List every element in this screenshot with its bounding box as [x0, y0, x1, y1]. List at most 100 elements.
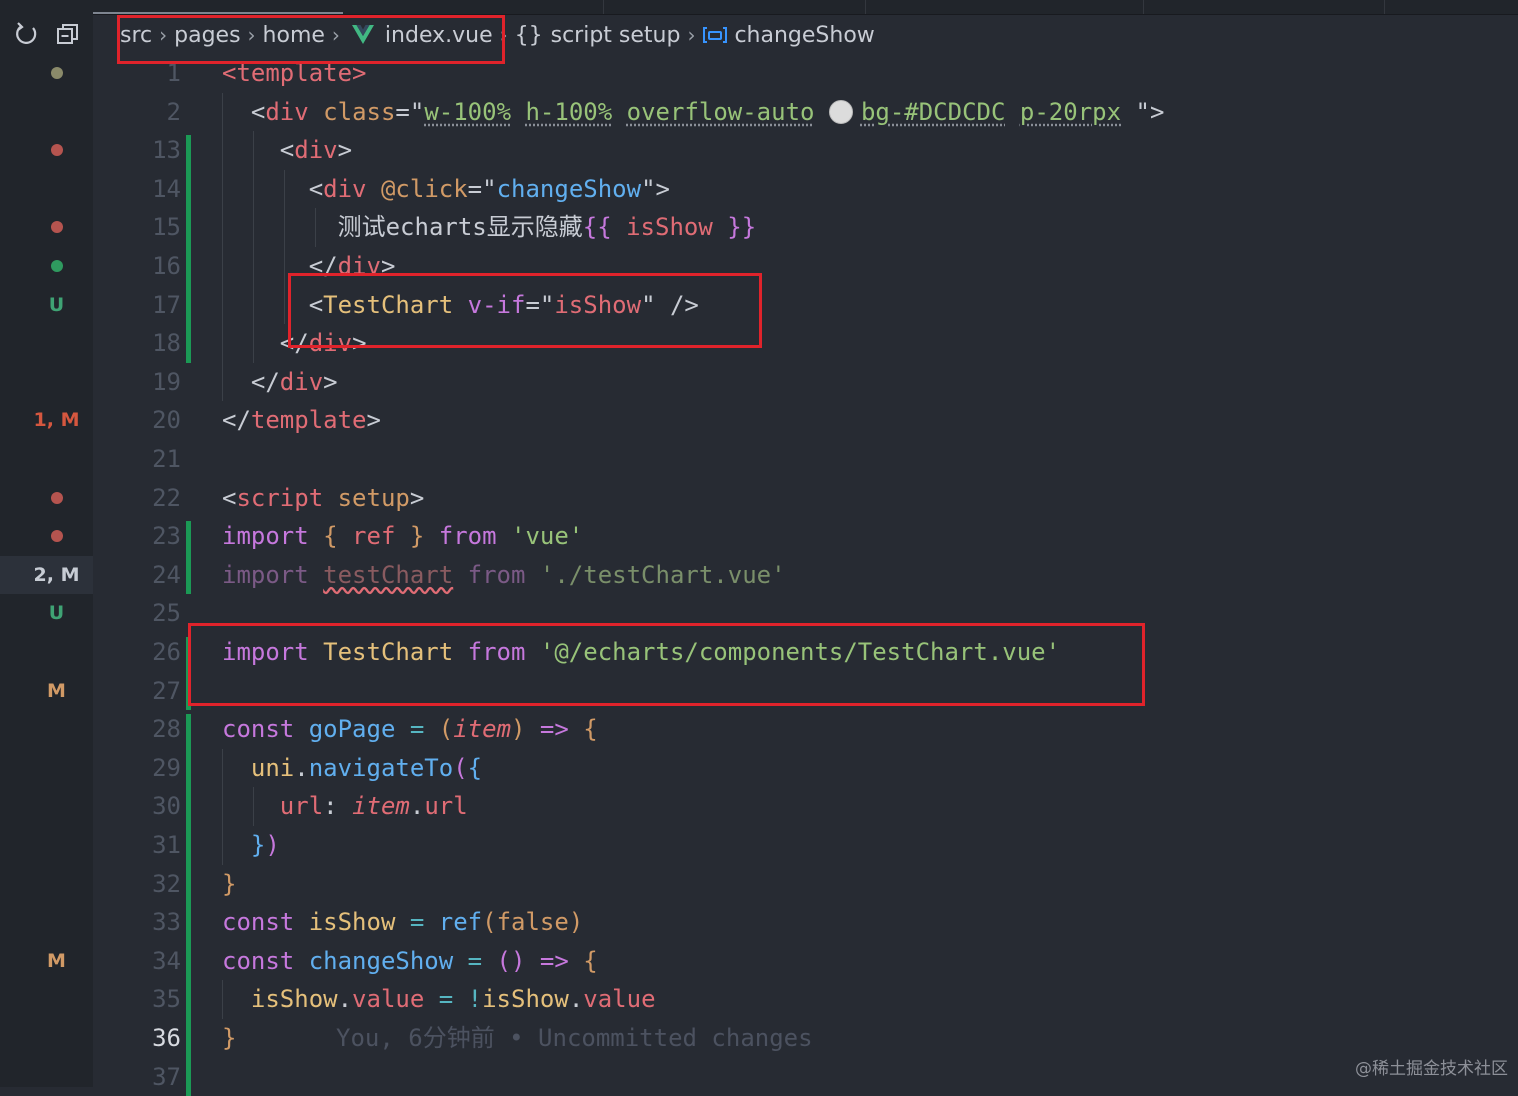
line-number: 19	[93, 363, 181, 401]
code-token	[1005, 98, 1019, 126]
code-token: <	[222, 484, 236, 512]
code-token: div	[265, 98, 308, 126]
code-token: }	[222, 1024, 236, 1052]
scm-indicator[interactable]: M	[0, 672, 93, 710]
code-token: goPage	[294, 715, 395, 743]
line-number: 28	[93, 710, 181, 748]
code-line[interactable]: const changeShow = () => {	[222, 942, 598, 980]
status-badge: U	[49, 602, 64, 624]
code-token: .	[294, 754, 308, 782]
collapse-all-icon[interactable]	[54, 20, 82, 48]
code-token: =	[453, 947, 482, 975]
scm-indicator[interactable]	[0, 517, 93, 555]
diff-added-bar	[186, 135, 191, 363]
code-line[interactable]: import { ref } from 'vue'	[222, 517, 583, 555]
annotation-box-import	[188, 623, 1145, 706]
color-swatch-icon	[829, 100, 853, 124]
scm-indicator[interactable]	[0, 247, 93, 285]
braces-icon: {}	[515, 23, 543, 48]
breadcrumb-item-script-setup[interactable]: script setup	[551, 23, 681, 48]
scm-indicator[interactable]	[0, 54, 93, 92]
code-token: p-20rpx	[1020, 98, 1121, 126]
code-token: from	[453, 561, 525, 589]
scm-indicator[interactable]: M	[0, 942, 93, 980]
code-line[interactable]: })	[222, 826, 280, 864]
code-token	[612, 98, 626, 126]
code-line[interactable]: }	[222, 1019, 236, 1057]
line-number: 21	[93, 440, 181, 478]
code-line[interactable]: 测试echarts显示隐藏{{ isShow }}	[222, 208, 756, 246]
scm-indicator[interactable]: 1, M	[0, 401, 93, 439]
code-token	[511, 98, 525, 126]
code-line[interactable]: </template>	[222, 401, 381, 439]
code-token: <	[222, 98, 265, 126]
variable-symbol-icon	[702, 25, 728, 45]
status-badge: M	[47, 680, 66, 702]
code-token: {	[323, 522, 337, 550]
tab-separator	[1384, 0, 1385, 14]
code-line[interactable]: const goPage = (item) => {	[222, 710, 598, 748]
code-token: }	[410, 522, 424, 550]
code-token: }}	[727, 213, 756, 241]
code-token: </	[222, 368, 280, 396]
code-token: <	[222, 136, 294, 164]
code-token: )	[511, 715, 525, 743]
code-token: (	[482, 908, 496, 936]
code-token: >	[410, 484, 424, 512]
scm-indicator[interactable]: U	[0, 594, 93, 632]
code-line[interactable]: url: item.url	[222, 787, 468, 825]
code-token: {	[468, 754, 482, 782]
scm-indicator[interactable]: 2, M	[0, 556, 93, 594]
code-token: {	[569, 947, 598, 975]
line-number: 25	[93, 594, 181, 632]
line-number: 24	[93, 556, 181, 594]
code-token: bg-#DCDCDC	[861, 98, 1006, 126]
line-number: 37	[93, 1058, 181, 1096]
code-token: uni	[222, 754, 294, 782]
line-number: 32	[93, 865, 181, 903]
code-token: =>	[525, 715, 568, 743]
code-token: const	[222, 715, 294, 743]
code-token	[309, 561, 323, 589]
code-line[interactable]: uni.navigateTo({	[222, 749, 482, 787]
code-token: isShow	[482, 985, 569, 1013]
code-token: div	[323, 175, 366, 203]
scm-indicator[interactable]	[0, 479, 93, 517]
code-token: 测试echarts显示隐藏	[222, 213, 583, 241]
line-number: 2	[93, 93, 181, 131]
code-line[interactable]: isShow.value = !isShow.value	[222, 980, 656, 1018]
scm-indicator[interactable]	[0, 131, 93, 169]
code-token: }	[222, 870, 236, 898]
code-token: >	[367, 406, 381, 434]
code-line[interactable]: <div class="w-100% h-100% overflow-auto …	[222, 93, 1164, 131]
line-number: 33	[93, 903, 181, 941]
code-line[interactable]: const isShow = ref(false)	[222, 903, 583, 941]
code-line[interactable]: </div>	[222, 363, 338, 401]
code-token: 'vue'	[497, 522, 584, 550]
status-dot-icon	[51, 260, 63, 272]
code-line[interactable]: <div @click="changeShow">	[222, 170, 670, 208]
code-token: ()	[482, 947, 525, 975]
code-line[interactable]: }	[222, 865, 236, 903]
code-token: setup	[323, 484, 410, 512]
code-token: w-100%	[424, 98, 511, 126]
refresh-icon[interactable]	[12, 20, 40, 48]
line-number: 17	[93, 286, 181, 324]
line-number: 34	[93, 942, 181, 980]
code-line[interactable]: <script setup>	[222, 479, 424, 517]
code-token: overflow-auto	[627, 98, 815, 126]
editor-window: U 1, M 2, MUMM src › pages › home › index.…	[0, 0, 1518, 1087]
tab-separator	[603, 0, 604, 14]
code-token: }	[222, 831, 265, 859]
scm-indicator[interactable]: U	[0, 286, 93, 324]
breadcrumb-item-symbol[interactable]: changeShow	[734, 23, 874, 48]
code-token: div	[294, 136, 337, 164]
status-dot-icon	[51, 144, 63, 156]
active-tab-indicator	[93, 12, 343, 14]
scm-gutter: U 1, M 2, M U M M	[0, 0, 93, 1087]
status-dot-icon	[51, 492, 63, 504]
scm-indicator[interactable]	[0, 208, 93, 246]
status-dot-icon	[51, 221, 63, 233]
code-line[interactable]: <div>	[222, 131, 352, 169]
code-line[interactable]: import testChart from './testChart.vue'	[222, 556, 786, 594]
